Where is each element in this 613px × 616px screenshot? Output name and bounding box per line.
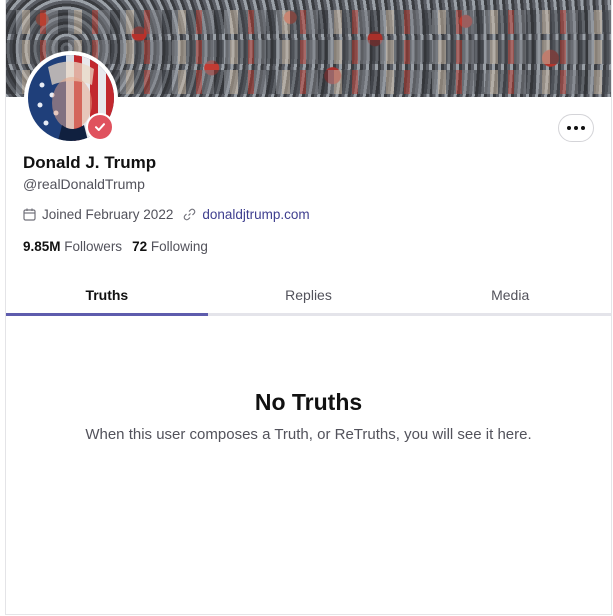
empty-state-message: When this user composes a Truth, or ReTr… xyxy=(85,426,532,443)
profile-meta: Joined February 2022 donaldjtrump.com xyxy=(23,207,310,222)
more-options-button[interactable] xyxy=(558,114,594,142)
calendar-icon xyxy=(23,208,36,221)
joined-date: Joined February 2022 xyxy=(42,207,174,222)
website-link[interactable]: donaldjtrump.com xyxy=(202,207,309,222)
verified-check-icon xyxy=(86,113,114,141)
tab-replies[interactable]: Replies xyxy=(208,274,410,313)
followers-link[interactable]: 9.85M Followers xyxy=(23,239,122,254)
link-icon xyxy=(183,208,196,221)
user-handle: @realDonaldTrump xyxy=(23,176,145,192)
followers-label: Followers xyxy=(64,239,123,254)
display-name: Donald J. Trump xyxy=(23,153,157,172)
tab-truths[interactable]: Truths xyxy=(6,274,208,316)
profile-page: Donald J. Trump @realDonaldTrump Joined … xyxy=(5,0,612,615)
follow-stats: 9.85M Followers 72 Following xyxy=(23,239,208,254)
following-label: Following xyxy=(150,239,208,254)
profile-tabs: Truths Replies Media xyxy=(6,274,611,316)
empty-state-title: No Truths xyxy=(254,389,363,415)
following-link[interactable]: 72 Following xyxy=(132,239,208,254)
more-horizontal-icon xyxy=(567,126,571,130)
tab-media[interactable]: Media xyxy=(409,274,611,313)
followers-count: 9.85M xyxy=(23,239,61,254)
following-count: 72 xyxy=(132,239,148,254)
